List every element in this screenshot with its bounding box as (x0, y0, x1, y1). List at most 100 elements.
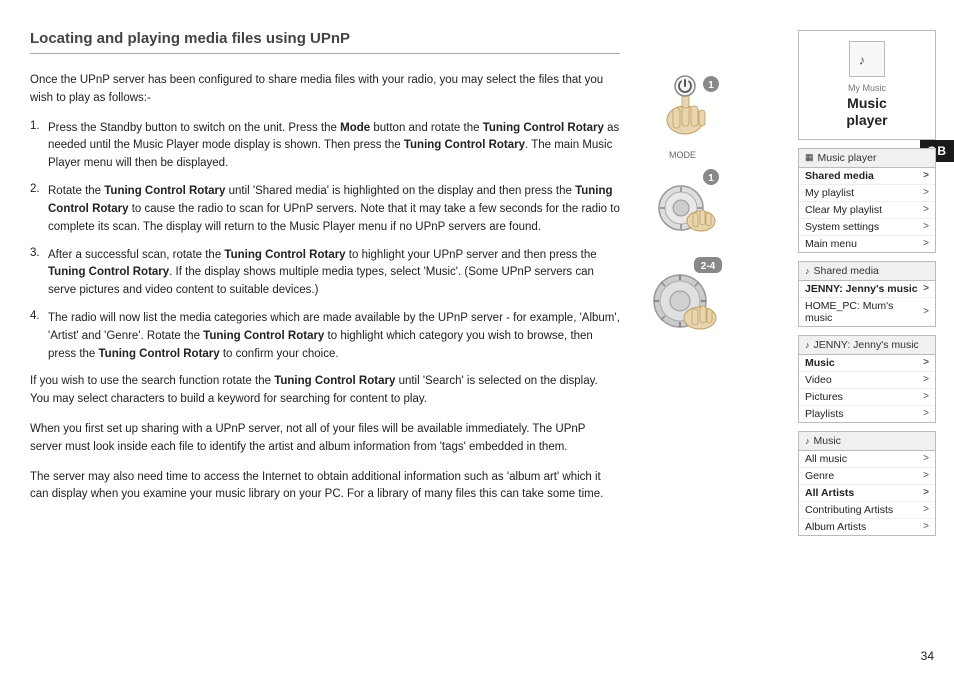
mode-label: MODE (669, 150, 696, 160)
step-1: 1. Press the Standby button to switch on… (30, 120, 620, 173)
arrow-icon-5: > (923, 238, 929, 249)
panel-music-categories: ♪ Music All music > Genre > All Artists … (798, 431, 936, 536)
grid-icon: ▦ (805, 152, 814, 163)
music-label: Music (805, 357, 835, 369)
album-artists-label: Album Artists (805, 521, 866, 533)
playlists-label: Playlists (805, 408, 844, 420)
panel4-item-all-artists: All Artists > (799, 485, 935, 502)
svg-text:♪: ♪ (859, 53, 865, 68)
panel4-item-album-artists: Album Artists > (799, 519, 935, 535)
rotary-steps-svg: 2-4 (638, 253, 728, 343)
panel1-item-system-settings: System settings > (799, 219, 935, 236)
arrow-icon-12: > (923, 453, 929, 464)
server-note-paragraph: The server may also need time to access … (30, 469, 620, 505)
arrow-icon-3: > (923, 204, 929, 215)
system-settings-label: System settings (805, 221, 879, 233)
arrow-icon-2: > (923, 187, 929, 198)
all-music-label: All music (805, 453, 847, 465)
step-4-number: 4. (30, 310, 48, 363)
mode-illustration: MODE 1 (625, 150, 740, 243)
home-pc-label: HOME_PC: Mum's music (805, 300, 923, 324)
step24-illustration: 2-4 (625, 253, 740, 343)
main-content: Locating and playing media files using U… (30, 30, 620, 516)
panel3-item-playlists: Playlists > (799, 406, 935, 422)
panel4-header-label: Music (814, 435, 841, 447)
genre-label: Genre (805, 470, 834, 482)
arrow-icon-10: > (923, 391, 929, 402)
standby-button-svg: 1 (643, 70, 723, 140)
step-2-number: 2. (30, 183, 48, 236)
arrow-icon-9: > (923, 374, 929, 385)
step-1-number: 1. (30, 120, 48, 173)
svg-text:1: 1 (708, 80, 714, 91)
all-artists-label: All Artists (805, 487, 854, 499)
svg-text:2-4: 2-4 (700, 261, 715, 272)
clear-playlist-label: Clear My playlist (805, 204, 882, 216)
arrow-icon-13: > (923, 470, 929, 481)
step-3: 3. After a successful scan, rotate the T… (30, 247, 620, 300)
panel1-item-main-menu: Main menu > (799, 236, 935, 252)
panel1-item-shared-media: Shared media > (799, 168, 935, 185)
arrow-icon-15: > (923, 504, 929, 515)
panel2-header-label: Shared media (814, 265, 879, 277)
panel3-item-pictures: Pictures > (799, 389, 935, 406)
shared-media-label: Shared media (805, 170, 874, 182)
music-note-icon-3: ♪ (805, 340, 810, 350)
panel2-item-jenny: JENNY: Jenny's music > (799, 281, 935, 298)
panel1-header-label: Music player (818, 152, 877, 164)
arrow-icon-11: > (923, 408, 929, 419)
arrow-icon-14: > (923, 487, 929, 498)
music-note-icon-2: ♪ (805, 266, 810, 276)
jenny-music-label: JENNY: Jenny's music (805, 283, 918, 295)
step-2-text: Rotate the Tuning Control Rotary until '… (48, 183, 620, 236)
page-title: Locating and playing media files using U… (30, 30, 620, 54)
panel4-item-contributing-artists: Contributing Artists > (799, 502, 935, 519)
contributing-artists-label: Contributing Artists (805, 504, 893, 516)
page-number: 34 (921, 649, 934, 663)
panel3-header-label: JENNY: Jenny's music (814, 339, 919, 351)
panel1-item-my-playlist: My playlist > (799, 185, 935, 202)
main-menu-label: Main menu (805, 238, 857, 250)
search-paragraph: If you wish to use the search function r… (30, 373, 620, 409)
panel3-item-video: Video > (799, 372, 935, 389)
music-icon-box: ♪ (849, 41, 885, 77)
step-1-text: Press the Standby button to switch on th… (48, 120, 620, 173)
panel-shared-media: ♪ Shared media JENNY: Jenny's music > HO… (798, 261, 936, 327)
panel-jenny-music: ♪ JENNY: Jenny's music Music > Video > P… (798, 335, 936, 423)
intro-paragraph: Once the UPnP server has been configured… (30, 72, 620, 108)
video-label: Video (805, 374, 832, 386)
panel4-item-all-music: All music > (799, 451, 935, 468)
step1-illustration: 1 (625, 70, 740, 140)
pictures-label: Pictures (805, 391, 843, 403)
panel3-item-music: Music > (799, 355, 935, 372)
step-2: 2. Rotate the Tuning Control Rotary unti… (30, 183, 620, 236)
upnp-note-paragraph: When you first set up sharing with a UPn… (30, 421, 620, 457)
step-4-text: The radio will now list the media catego… (48, 310, 620, 363)
panel4-header: ♪ Music (799, 432, 935, 451)
step-3-text: After a successful scan, rotate the Tuni… (48, 247, 620, 300)
music-note-icon-4: ♪ (805, 436, 810, 446)
music-player-title: Musicplayer (846, 95, 887, 129)
rotary-mode-svg: 1 (643, 163, 723, 243)
my-playlist-label: My playlist (805, 187, 854, 199)
arrow-icon-1: > (923, 170, 929, 181)
arrow-icon-6: > (923, 283, 929, 294)
panel2-item-home-pc: HOME_PC: Mum's music > (799, 298, 935, 326)
step-3-number: 3. (30, 247, 48, 300)
panel1-header: ▦ Music player (799, 149, 935, 168)
arrow-icon-4: > (923, 221, 929, 232)
illustrations-column: 1 MODE 1 (625, 70, 740, 343)
music-player-panel: ♪ My Music Musicplayer (798, 30, 936, 140)
step-4: 4. The radio will now list the media cat… (30, 310, 620, 363)
panel1-item-clear-playlist: Clear My playlist > (799, 202, 935, 219)
arrow-icon-8: > (923, 357, 929, 368)
panel3-header: ♪ JENNY: Jenny's music (799, 336, 935, 355)
panel4-item-genre: Genre > (799, 468, 935, 485)
right-panels: ♪ My Music Musicplayer ▦ Music player Sh… (798, 30, 936, 544)
panel2-header: ♪ Shared media (799, 262, 935, 281)
arrow-icon-16: > (923, 521, 929, 532)
arrow-icon-7: > (923, 306, 929, 317)
music-note-icon: ♪ (856, 48, 878, 70)
panel-music-player-menu: ▦ Music player Shared media > My playlis… (798, 148, 936, 253)
svg-text:1: 1 (708, 173, 714, 184)
